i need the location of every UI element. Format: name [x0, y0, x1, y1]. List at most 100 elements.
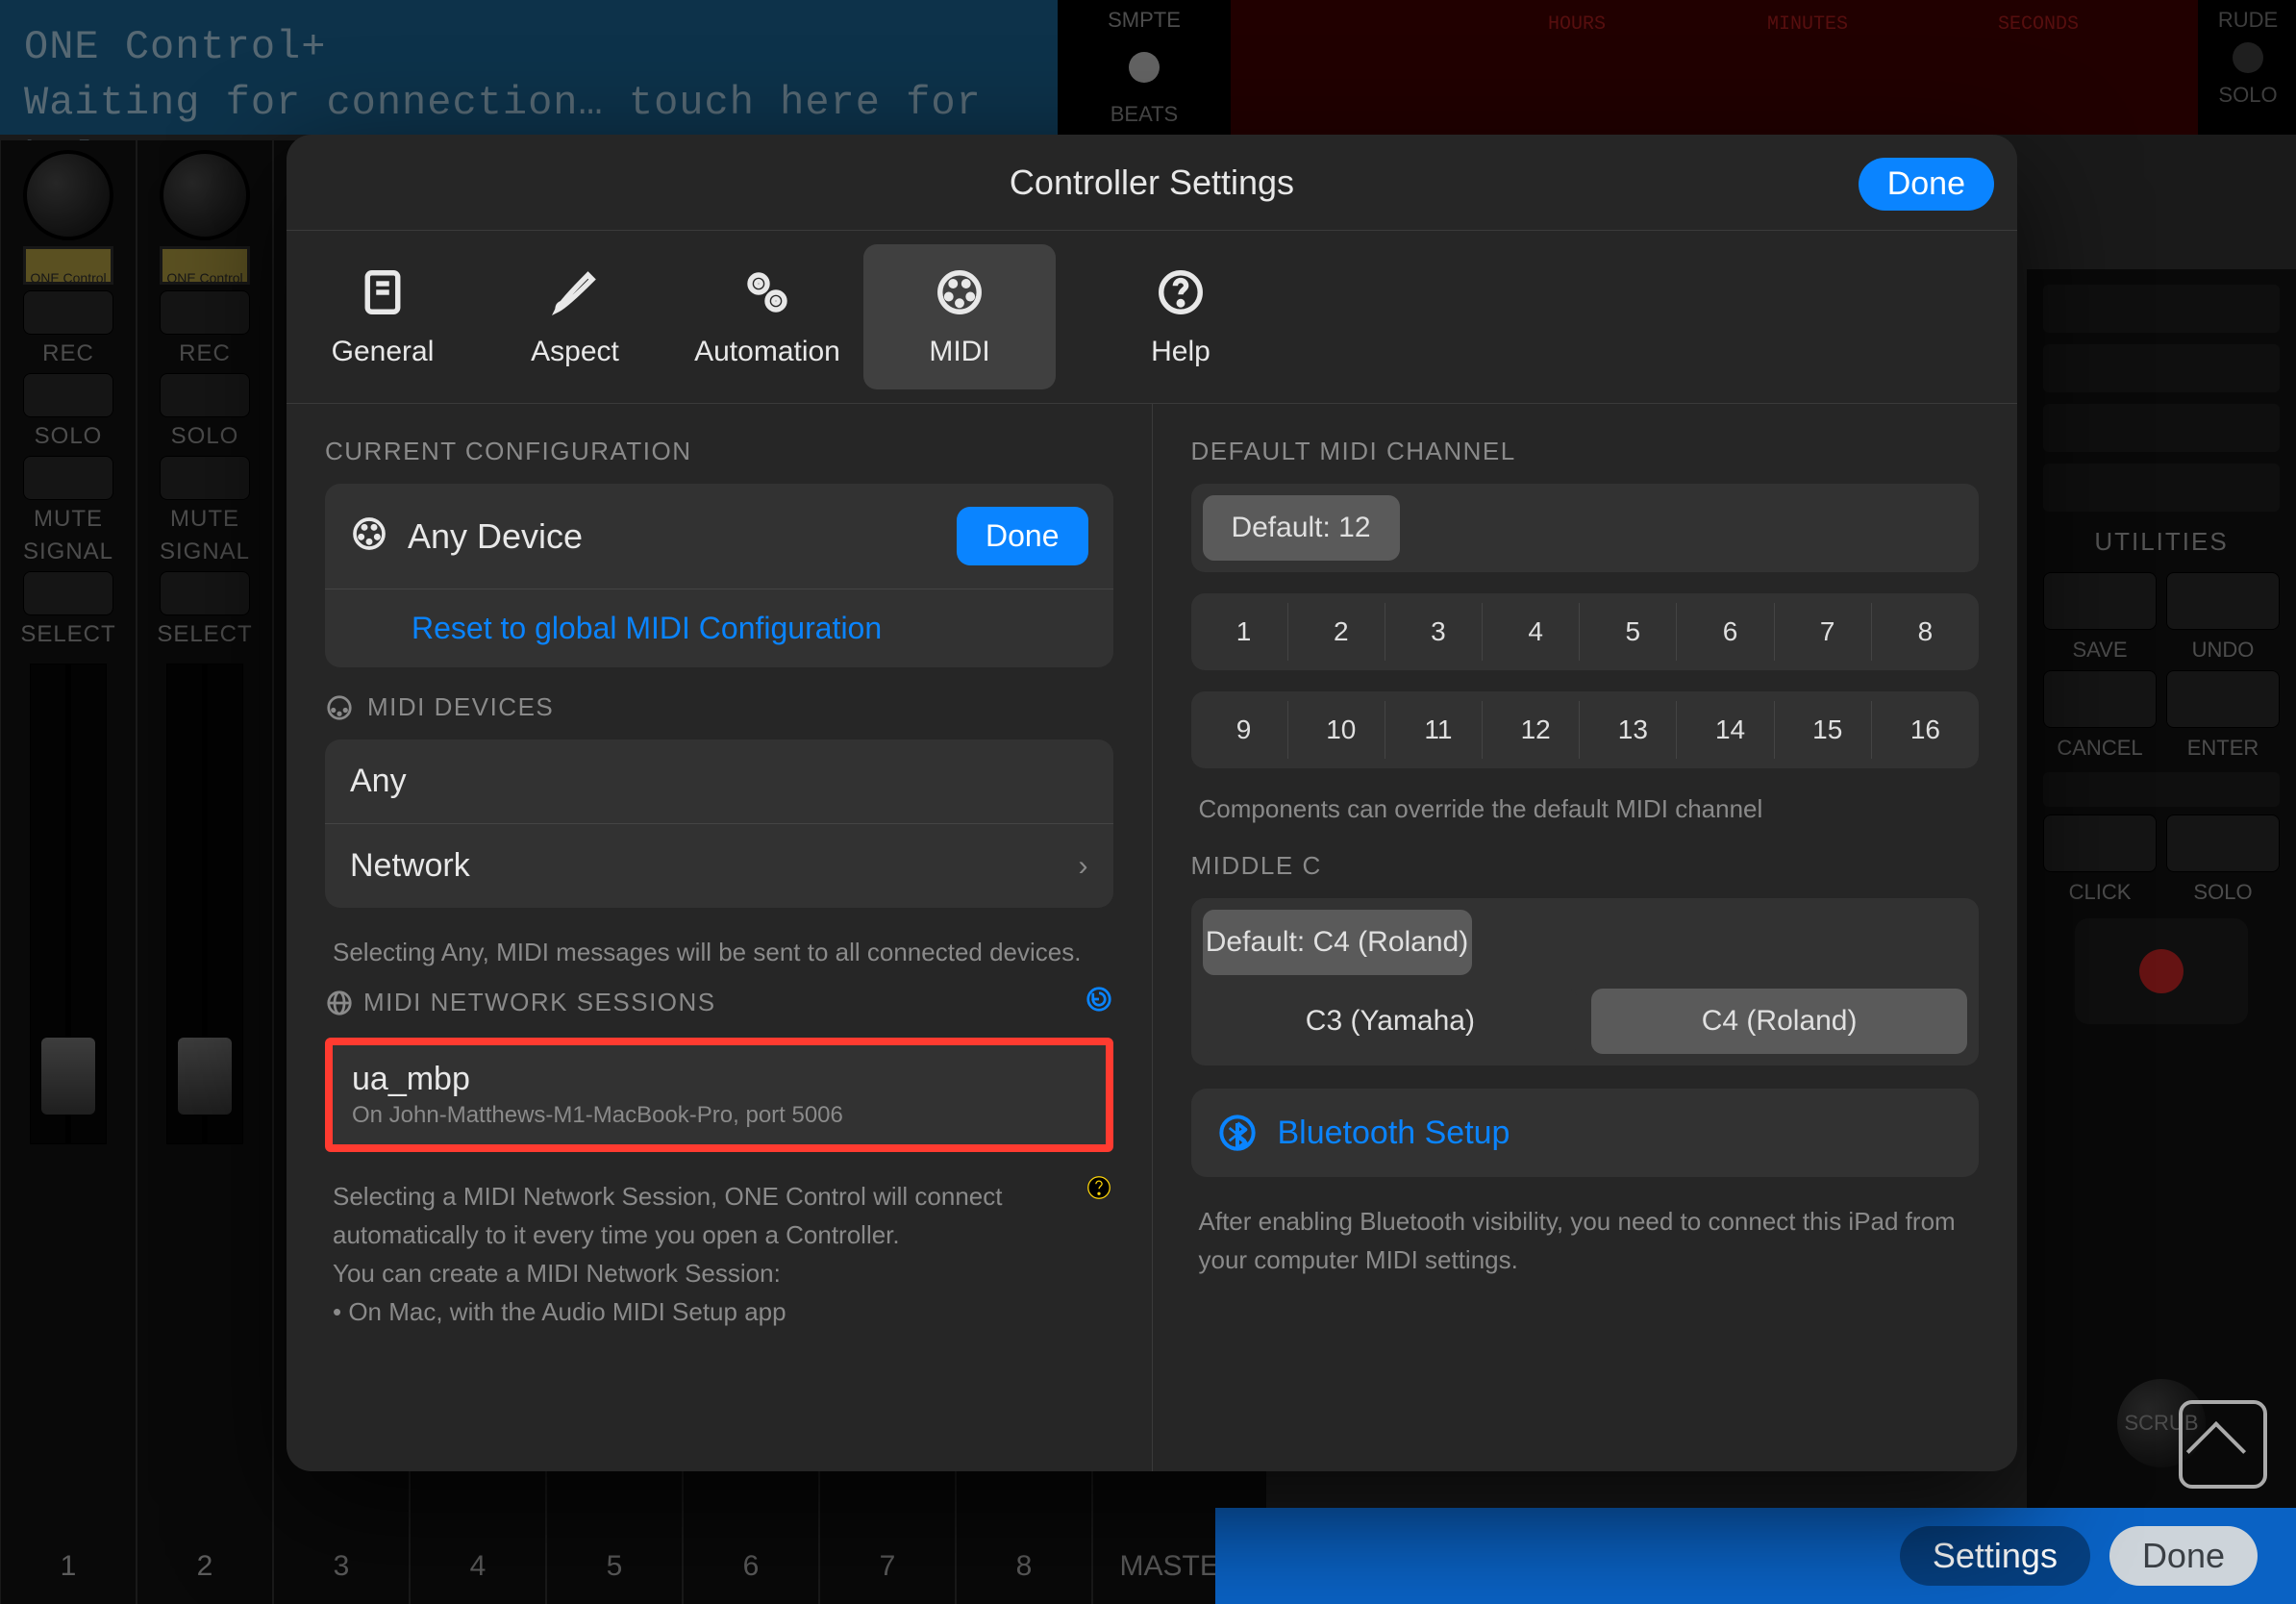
current-device-name: Any Device — [408, 516, 583, 557]
mute-button[interactable] — [23, 456, 113, 500]
help-icon[interactable] — [1085, 1173, 1113, 1213]
channel-caption: Components can override the default MIDI… — [1191, 789, 1980, 841]
chevron-right-icon: › — [1079, 850, 1088, 883]
device-any[interactable]: Any — [325, 739, 1113, 823]
default-channel-label: DEFAULT MIDI CHANNEL — [1191, 437, 1980, 466]
pan-knob[interactable] — [23, 150, 113, 240]
midi-devices-label: MIDI DEVICES — [325, 692, 1113, 722]
app-logo-icon — [2179, 1400, 2267, 1489]
channel-option[interactable]: 12 — [1492, 701, 1580, 759]
smpte-beats-toggle[interactable]: SMPTE BEATS — [1058, 0, 1231, 135]
bluetooth-caption: After enabling Bluetooth visibility, you… — [1191, 1202, 1980, 1292]
channel-option[interactable]: 1 — [1201, 603, 1288, 661]
settings-button[interactable]: Settings — [1900, 1526, 2090, 1586]
session-detail: On John-Matthews-M1-MacBook-Pro, port 50… — [352, 1102, 1086, 1129]
settings-tabs: General Aspect Automation MIDI Help — [287, 231, 2017, 404]
current-config-card: Any Device Done Reset to global MIDI Con… — [325, 484, 1113, 667]
tab-midi[interactable]: MIDI — [863, 244, 1056, 389]
midi-right-column: DEFAULT MIDI CHANNEL Default: 12 1 2 3 4… — [1153, 404, 2018, 1471]
channel-option[interactable]: 4 — [1492, 603, 1580, 661]
channel-option[interactable]: 16 — [1882, 701, 1969, 759]
record-button[interactable] — [2075, 918, 2248, 1024]
channel-strip: ONE Control REC SOLO MUTE SIGNAL SELECT … — [1, 140, 136, 1604]
channel-option[interactable]: 9 — [1201, 701, 1288, 759]
channel-option[interactable]: 2 — [1298, 603, 1385, 661]
network-session-item[interactable]: ua_mbp On John-Matthews-M1-MacBook-Pro, … — [325, 1038, 1113, 1152]
middle-c-label: MIDDLE C — [1191, 851, 1980, 881]
session-name: ua_mbp — [352, 1061, 1086, 1098]
modal-title: Controller Settings — [1010, 163, 1294, 203]
cancel-button[interactable] — [2043, 670, 2157, 728]
midi-icon — [934, 266, 986, 318]
vu-meter: ONE Control — [160, 246, 250, 285]
device-network[interactable]: Network› — [325, 823, 1113, 908]
timecode-panel: SMPTE BEATS HOURS MINUTES SECONDS FRAMES… — [1058, 0, 2296, 135]
middle-c-c4[interactable]: C4 (Roland) — [1591, 989, 1967, 1054]
select-button[interactable] — [23, 571, 113, 615]
channel-option[interactable]: 14 — [1686, 701, 1774, 759]
channel-option[interactable]: 13 — [1589, 701, 1677, 759]
bottom-toolbar: Settings Done — [1215, 1508, 2296, 1604]
network-sessions-label: MIDI NETWORK SESSIONS — [325, 985, 1113, 1020]
midi-icon — [325, 693, 354, 722]
connection-status-panel[interactable]: ONE Control+ Waiting for connection… tou… — [0, 0, 1058, 135]
bluetooth-icon — [1218, 1114, 1257, 1152]
channel-grid-1: 1 2 3 4 5 6 7 8 — [1191, 593, 1980, 670]
controller-settings-modal: Controller Settings Done General Aspect … — [287, 135, 2017, 1471]
tab-aspect[interactable]: Aspect — [479, 244, 671, 389]
select-button[interactable] — [160, 571, 250, 615]
channel-default-chip[interactable]: Default: 12 — [1203, 495, 1400, 561]
tab-automation[interactable]: Automation — [671, 244, 863, 389]
midi-devices-list: Any Network› — [325, 739, 1113, 908]
strip-number: 1 — [61, 1539, 77, 1594]
brush-icon — [549, 266, 601, 318]
refresh-button[interactable] — [1085, 985, 1113, 1020]
fader[interactable] — [166, 664, 243, 1144]
middle-c-default-chip[interactable]: Default: C4 (Roland) — [1203, 910, 1472, 975]
channel-grid-2: 9 10 11 12 13 14 15 16 — [1191, 691, 1980, 768]
devices-caption: Selecting Any, MIDI messages will be sen… — [325, 933, 1113, 985]
record-icon — [2139, 949, 2184, 993]
solo-button[interactable] — [160, 373, 250, 417]
gears-icon — [741, 266, 793, 318]
channel-option[interactable]: 3 — [1395, 603, 1483, 661]
solo-button[interactable] — [23, 373, 113, 417]
document-icon — [357, 266, 409, 318]
mute-button[interactable] — [160, 456, 250, 500]
bluetooth-setup-card[interactable]: Bluetooth Setup — [1191, 1089, 1980, 1177]
modal-done-button[interactable]: Done — [1859, 158, 1994, 211]
click-button[interactable] — [2043, 815, 2157, 872]
enter-button[interactable] — [2166, 670, 2280, 728]
channel-option[interactable]: 15 — [1784, 701, 1872, 759]
tab-general[interactable]: General — [287, 244, 479, 389]
middle-c-c3[interactable]: C3 (Yamaha) — [1203, 989, 1579, 1054]
vu-meter: ONE Control — [23, 246, 113, 285]
midi-left-column: CURRENT CONFIGURATION Any Device Done Re… — [287, 404, 1153, 1471]
reset-config-link[interactable]: Reset to global MIDI Configuration — [412, 611, 882, 645]
midi-icon — [350, 514, 388, 558]
undo-button[interactable] — [2166, 572, 2280, 630]
tab-help[interactable]: Help — [1085, 244, 1277, 389]
channel-option[interactable]: 5 — [1589, 603, 1677, 661]
channel-option[interactable]: 7 — [1784, 603, 1872, 661]
channel-option[interactable]: 6 — [1686, 603, 1774, 661]
config-done-button[interactable]: Done — [957, 507, 1088, 565]
rec-button[interactable] — [23, 290, 113, 335]
strip-number: 2 — [197, 1539, 213, 1594]
pan-knob[interactable] — [160, 150, 250, 240]
done-button[interactable]: Done — [2109, 1526, 2258, 1586]
display-line — [2043, 285, 2280, 333]
current-config-label: CURRENT CONFIGURATION — [325, 437, 1113, 466]
globe-icon — [325, 989, 354, 1017]
app-title: ONE Control+ — [24, 19, 1034, 75]
solo-button[interactable] — [2166, 815, 2280, 872]
channel-option[interactable]: 10 — [1298, 701, 1385, 759]
channel-option[interactable]: 8 — [1882, 603, 1969, 661]
channel-option[interactable]: 11 — [1395, 701, 1483, 759]
rude-solo: RUDE SOLO — [2200, 0, 2296, 135]
fader[interactable] — [30, 664, 107, 1144]
rec-button[interactable] — [160, 290, 250, 335]
channel-strip: ONE Control REC SOLO MUTE SIGNAL SELECT … — [137, 140, 272, 1604]
save-button[interactable] — [2043, 572, 2157, 630]
help-icon — [1155, 266, 1207, 318]
